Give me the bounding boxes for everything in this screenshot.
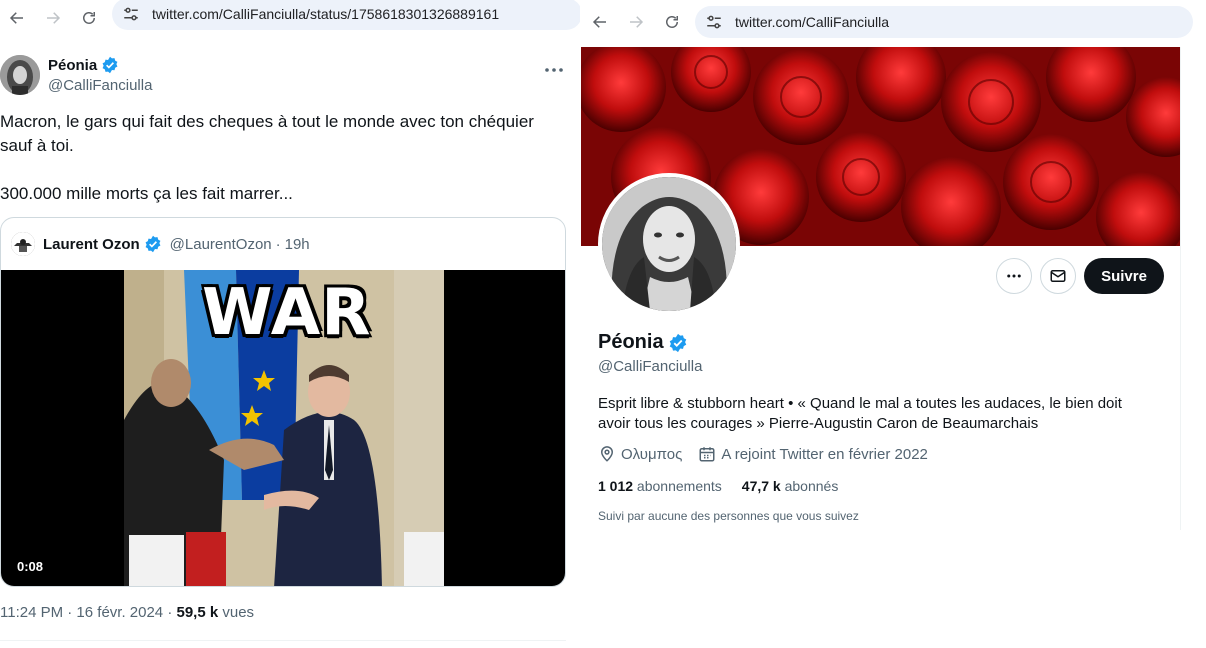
- profile-avatar[interactable]: [598, 173, 740, 315]
- url-text[interactable]: twitter.com/CalliFanciulla/status/175861…: [152, 6, 499, 22]
- quoted-tweet-header: Laurent Ozon @LaurentOzon · 19h: [1, 218, 565, 270]
- quoted-author-name[interactable]: Laurent Ozon: [43, 236, 140, 253]
- verified-badge-icon: [145, 235, 161, 253]
- tweet-text: Macron, le gars qui fait des cheques à t…: [0, 110, 570, 230]
- more-icon: [1007, 274, 1021, 278]
- location-icon: [600, 446, 614, 462]
- followed-by-text: Suivi par aucune des personnes que vous …: [598, 509, 859, 523]
- profile-name: Péonia: [598, 331, 688, 354]
- profile-location: Ολυμπος: [598, 445, 682, 463]
- more-button[interactable]: [996, 258, 1032, 294]
- followers-link[interactable]: 47,7 k abonnés: [742, 478, 839, 494]
- author-name[interactable]: Péonia: [48, 56, 119, 74]
- views-label: vues: [218, 604, 255, 621]
- video-caption: WAR: [202, 276, 372, 350]
- profile-window: twitter.com/CalliFanciulla Suivre Péonia…: [581, 0, 1206, 648]
- site-settings-icon[interactable]: [705, 13, 723, 31]
- follow-button[interactable]: Suivre: [1084, 258, 1164, 294]
- avatar[interactable]: [0, 55, 40, 95]
- browser-toolbar: twitter.com/CalliFanciulla: [581, 4, 1206, 40]
- tweet-text-line: 300.000 mille morts ça les fait marrer..…: [0, 184, 293, 203]
- url-text[interactable]: twitter.com/CalliFanciulla: [735, 14, 889, 30]
- back-arrow-icon[interactable]: [585, 7, 615, 37]
- divider: [0, 640, 566, 641]
- author-handle[interactable]: @CalliFanciulla: [48, 77, 152, 94]
- followers-label: abonnés: [780, 478, 839, 494]
- profile-handle: @CalliFanciulla: [598, 358, 703, 375]
- calendar-icon: [699, 447, 715, 462]
- followers-count: 47,7 k: [741, 478, 781, 494]
- verified-badge-icon: [102, 56, 118, 74]
- author-name-text[interactable]: Péonia: [48, 57, 97, 74]
- site-settings-icon[interactable]: [122, 5, 140, 23]
- address-bar[interactable]: twitter.com/CalliFanciulla: [695, 6, 1193, 38]
- tweet-timestamp[interactable]: 11:24 PM · 16 févr. 2024 ·: [0, 604, 176, 621]
- video-player[interactable]: WAR 0:08: [1, 270, 565, 586]
- reload-icon[interactable]: [657, 7, 687, 37]
- browser-toolbar: twitter.com/CalliFanciulla/status/175861…: [0, 0, 580, 36]
- joined-text: A rejoint Twitter en février 2022: [721, 445, 928, 463]
- profile-stats: 1 012 abonnements 47,7 k abonnés: [598, 478, 838, 494]
- forward-arrow-icon[interactable]: [38, 3, 68, 33]
- location-text: Ολυμπος: [621, 445, 683, 463]
- following-label: abonnements: [633, 478, 722, 494]
- following-link[interactable]: 1 012 abonnements: [598, 478, 722, 494]
- profile-bio: Esprit libre & stubborn heart • « Quand …: [598, 395, 1122, 432]
- tweet-header: Péonia @CalliFanciulla: [0, 52, 570, 98]
- video-duration: 0:08: [17, 559, 44, 574]
- profile-info: Ολυμπος A rejoint Twitter en février 202…: [598, 445, 928, 463]
- video-frame[interactable]: WAR: [124, 270, 444, 586]
- quoted-tweet-time[interactable]: 19h: [285, 236, 310, 253]
- views-count: 59,5 k: [176, 604, 219, 621]
- profile-name-text: Péonia: [598, 331, 664, 353]
- message-button[interactable]: [1040, 258, 1076, 294]
- more-icon[interactable]: [542, 58, 566, 82]
- divider: [1180, 47, 1181, 530]
- avatar[interactable]: [11, 232, 35, 256]
- tweet-text-line: Macron, le gars qui fait des cheques à t…: [0, 112, 534, 155]
- quoted-tweet[interactable]: Laurent Ozon @LaurentOzon · 19h WAR 0:08: [0, 217, 566, 587]
- tweet-window: twitter.com/CalliFanciulla/status/175861…: [0, 0, 580, 648]
- mail-icon: [1050, 270, 1066, 282]
- address-bar[interactable]: twitter.com/CalliFanciulla/status/175861…: [112, 0, 580, 30]
- back-arrow-icon[interactable]: [2, 3, 32, 33]
- profile-joined: A rejoint Twitter en février 2022: [698, 445, 928, 463]
- following-count: 1 012: [598, 478, 634, 494]
- quoted-author-handle[interactable]: @LaurentOzon: [170, 236, 272, 253]
- tweet-meta: 11:24 PM · 16 févr. 2024 · 59,5 k vues: [0, 604, 254, 621]
- verified-badge-icon[interactable]: [668, 333, 688, 353]
- forward-arrow-icon[interactable]: [621, 7, 651, 37]
- reload-icon[interactable]: [74, 3, 104, 33]
